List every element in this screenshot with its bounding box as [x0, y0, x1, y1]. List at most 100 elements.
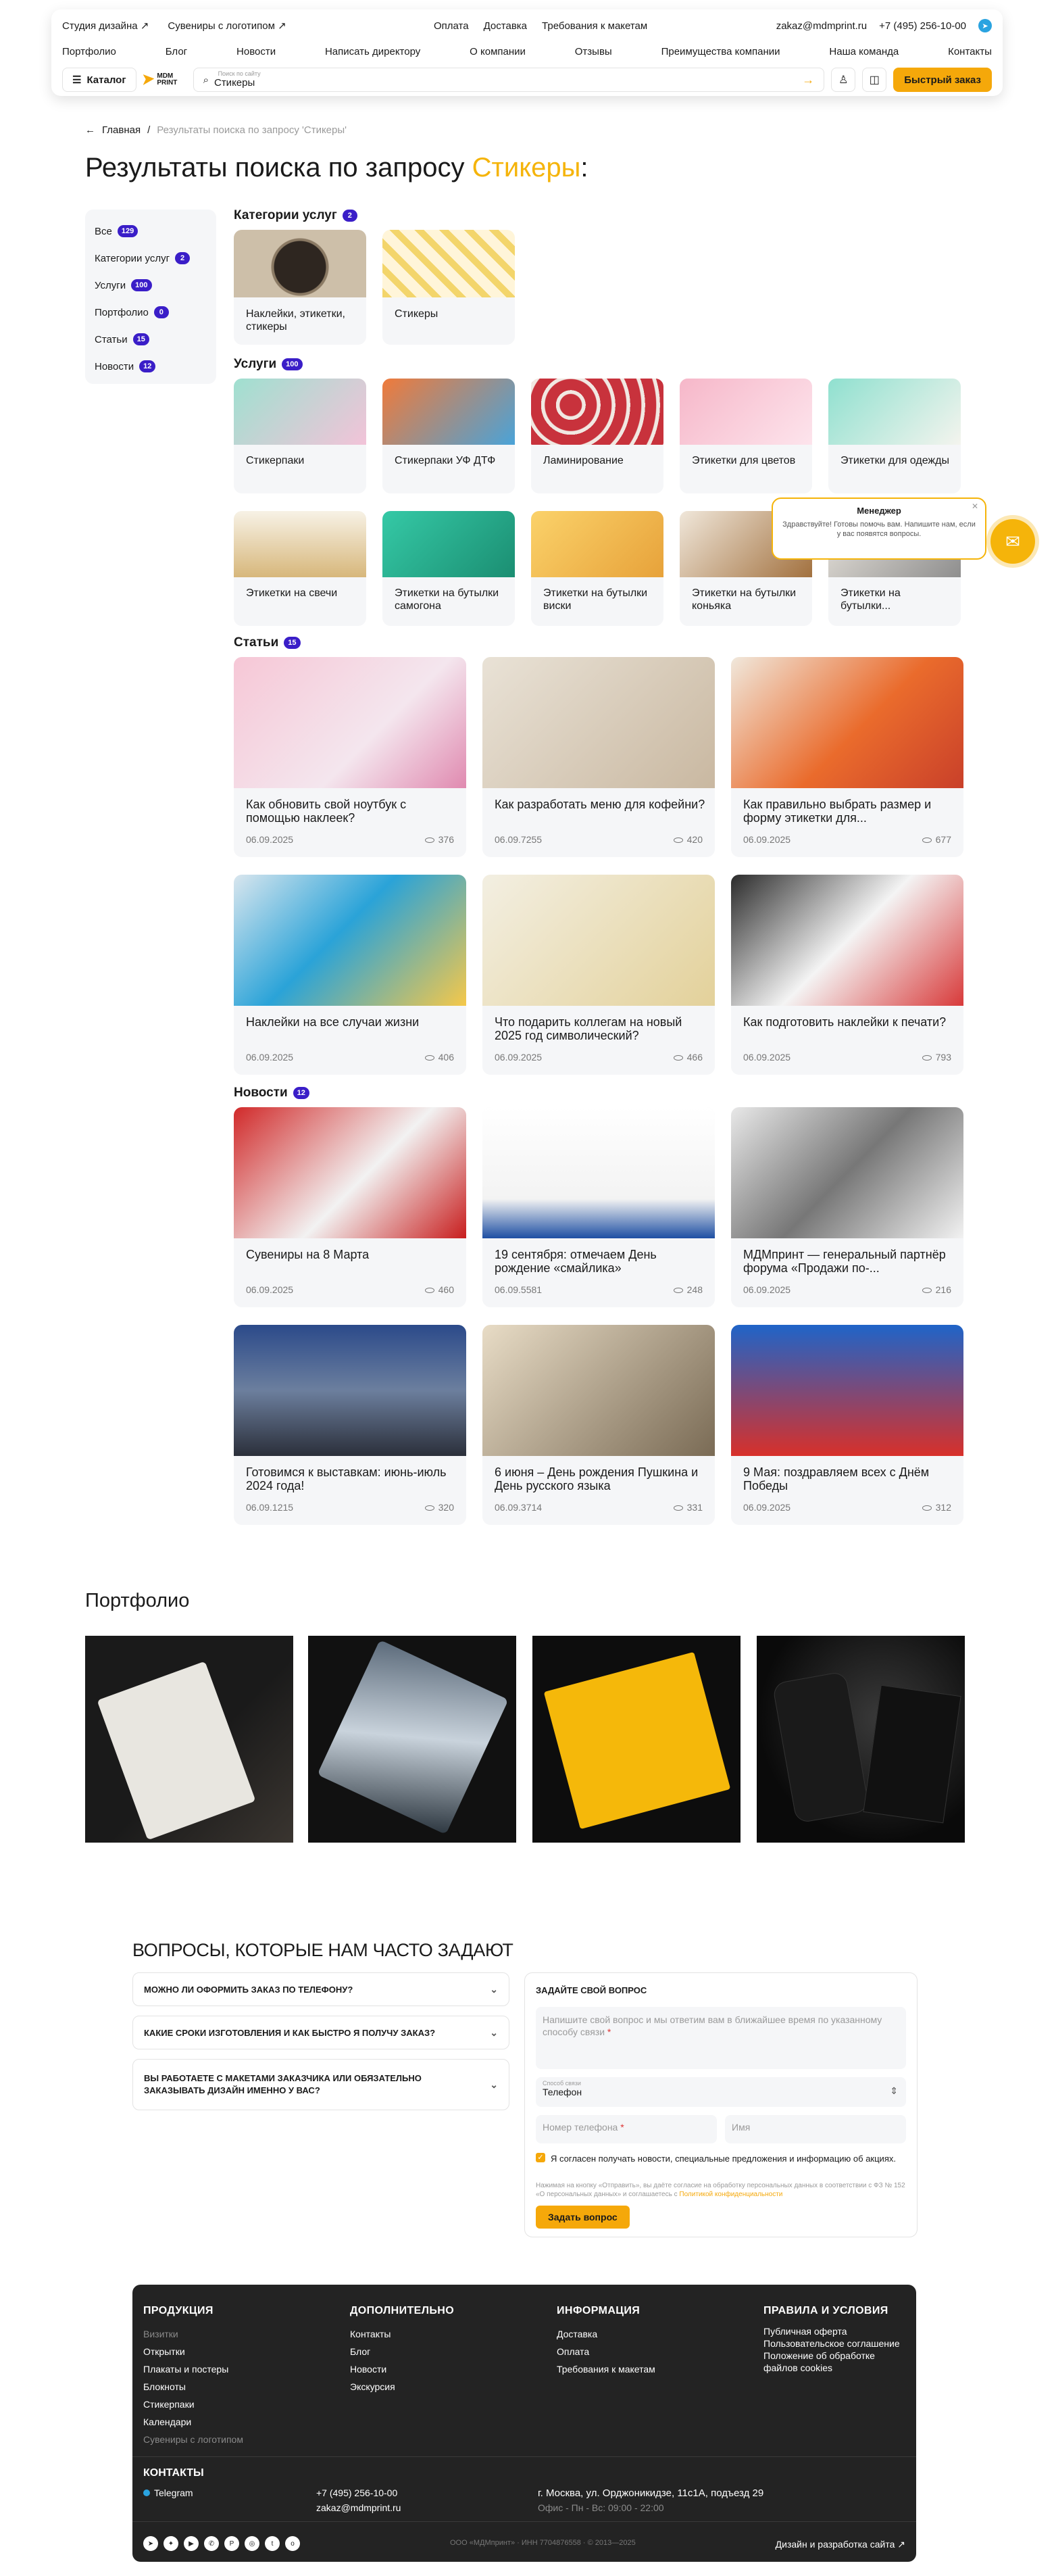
- checkbox-icon[interactable]: ✓: [536, 2153, 545, 2162]
- design-studio-link[interactable]: Студия дизайна ↗: [62, 20, 149, 32]
- nav-advantages[interactable]: Преимущества компании: [661, 46, 780, 57]
- news-card[interactable]: Сувениры на 8 Марта 06.09.2025 460: [234, 1107, 466, 1307]
- nav-team[interactable]: Наша команда: [829, 46, 899, 57]
- close-icon[interactable]: ✕: [972, 502, 978, 511]
- footer-phone[interactable]: +7 (495) 256-10-00: [316, 2487, 397, 2498]
- footer-link[interactable]: Экскурсия: [350, 2378, 454, 2396]
- nav-director[interactable]: Написать директору: [325, 46, 420, 57]
- footer-email[interactable]: zakaz@mdmprint.ru: [316, 2502, 401, 2513]
- article-card[interactable]: Как разработать меню для кофейни? 06.09.…: [482, 657, 715, 857]
- service-card[interactable]: Этикетки на бутылки самогона: [382, 511, 515, 626]
- top-payment-link[interactable]: Оплата: [434, 20, 469, 32]
- footer-link[interactable]: Положение об обработке файлов cookies: [763, 2350, 905, 2374]
- question-textarea[interactable]: Напишите свой вопрос и мы ответим вам в …: [536, 2007, 906, 2069]
- top-requirements-link[interactable]: Требования к макетам: [542, 20, 647, 32]
- footer-link[interactable]: Стикерпаки: [143, 2396, 243, 2413]
- nav-news[interactable]: Новости: [236, 46, 276, 57]
- faq-item[interactable]: Можно ли оформить заказ по телефону? ⌄: [132, 1972, 509, 2006]
- filter-all[interactable]: Все 129: [95, 218, 207, 245]
- category-card[interactable]: Стикеры: [382, 230, 515, 345]
- consent-checkbox[interactable]: ✓ Я согласен получать новости, специальн…: [536, 2153, 906, 2164]
- submit-question-button[interactable]: Задать вопрос: [536, 2206, 630, 2229]
- footer-link[interactable]: Доставка: [557, 2325, 655, 2343]
- design-credit-link[interactable]: Дизайн и разработка сайта ↗: [776, 2539, 905, 2550]
- service-card[interactable]: Стикерпаки УФ ДТФ: [382, 379, 515, 493]
- privacy-policy-link[interactable]: Политикой конфиденциальности: [679, 2191, 782, 2198]
- footer-link[interactable]: Оплата: [557, 2343, 655, 2360]
- header-phone[interactable]: +7 (495) 256-10-00: [879, 20, 966, 32]
- service-card[interactable]: Этикетки для одежды: [828, 379, 961, 493]
- catalog-button[interactable]: ☰ Каталог: [62, 68, 136, 92]
- footer-link[interactable]: Календари: [143, 2413, 243, 2431]
- footer-link[interactable]: Требования к макетам: [557, 2360, 655, 2378]
- name-field[interactable]: Имя: [725, 2115, 906, 2143]
- search-input[interactable]: ⌕ Поиск по сайту Стикеры →: [193, 68, 825, 92]
- footer-link[interactable]: Блокноты: [143, 2378, 243, 2396]
- footer-link[interactable]: Контакты: [350, 2325, 454, 2343]
- footer-link[interactable]: Открытки: [143, 2343, 243, 2360]
- site-logo[interactable]: MDM PRINT: [143, 69, 186, 91]
- service-card[interactable]: Этикетки на бутылки виски: [531, 511, 663, 626]
- news-card[interactable]: МДМпринт — генеральный партнёр форума «П…: [731, 1107, 963, 1307]
- footer-link[interactable]: Визитки: [143, 2325, 243, 2343]
- filter-articles[interactable]: Статьи 15: [95, 326, 207, 353]
- chat-icon[interactable]: ✉: [990, 519, 1035, 564]
- footer-link[interactable]: Плакаты и постеры: [143, 2360, 243, 2378]
- nav-about[interactable]: О компании: [470, 46, 526, 57]
- category-card[interactable]: Наклейки, этикетки, стикеры: [234, 230, 366, 345]
- arrow-right-icon[interactable]: →: [802, 73, 814, 87]
- tumblr-icon[interactable]: t: [265, 2536, 280, 2551]
- odnoklassniki-icon[interactable]: o: [285, 2536, 300, 2551]
- souvenirs-link[interactable]: Сувениры с логотипом ↗: [168, 20, 286, 32]
- filter-portfolio[interactable]: Портфолио 0: [95, 299, 207, 326]
- nav-blog[interactable]: Блог: [166, 46, 187, 57]
- portfolio-item[interactable]: [757, 1636, 965, 1843]
- user-icon[interactable]: ♙: [831, 68, 856, 92]
- article-card[interactable]: Как обновить свой ноутбук с помощью накл…: [234, 657, 466, 857]
- footer-link[interactable]: Новости: [350, 2360, 454, 2378]
- faq-item[interactable]: Вы работаете с макетами заказчика или об…: [132, 2059, 509, 2110]
- phone-field[interactable]: Номер телефона *: [536, 2115, 717, 2143]
- nav-reviews[interactable]: Отзывы: [575, 46, 612, 57]
- whatsapp-icon[interactable]: ✆: [204, 2536, 219, 2551]
- fast-order-button[interactable]: Быстрый заказ: [893, 68, 992, 92]
- footer-link[interactable]: Публичная оферта: [763, 2325, 905, 2337]
- contact-method-select[interactable]: Способ связи Телефон ⇕: [536, 2077, 906, 2107]
- news-card[interactable]: 19 сентября: отмечаем День рождение «сма…: [482, 1107, 715, 1307]
- footer-link[interactable]: Пользовательское соглашение: [763, 2337, 905, 2350]
- telegram-icon[interactable]: ➤: [978, 19, 992, 32]
- vk-icon[interactable]: ✦: [164, 2536, 178, 2551]
- nav-portfolio[interactable]: Портфолио: [62, 46, 116, 57]
- filter-categories[interactable]: Категории услуг 2: [95, 245, 207, 272]
- news-card[interactable]: Готовимся к выставкам: июнь-июль 2024 го…: [234, 1325, 466, 1525]
- breadcrumb-home[interactable]: Главная: [102, 124, 141, 136]
- news-card[interactable]: 9 Мая: поздравляем всех с Днём Победы 06…: [731, 1325, 963, 1525]
- pinterest-icon[interactable]: P: [224, 2536, 239, 2551]
- article-card[interactable]: Как правильно выбрать размер и форму эти…: [731, 657, 963, 857]
- footer-link[interactable]: Блог: [350, 2343, 454, 2360]
- article-card[interactable]: Что подарить коллегам на новый 2025 год …: [482, 875, 715, 1075]
- youtube-icon[interactable]: ▶: [184, 2536, 199, 2551]
- news-card[interactable]: 6 июня – День рождения Пушкина и День ру…: [482, 1325, 715, 1525]
- manager-popup[interactable]: ✕ Менеджер Здравствуйте! Готовы помочь в…: [772, 497, 986, 560]
- telegram-icon[interactable]: ➤: [143, 2536, 158, 2551]
- instagram-icon[interactable]: ◎: [245, 2536, 259, 2551]
- article-card[interactable]: Как подготовить наклейки к печати? 06.09…: [731, 875, 963, 1075]
- header-email[interactable]: zakaz@mdmprint.ru: [776, 20, 867, 32]
- service-card[interactable]: Этикетки на свечи: [234, 511, 366, 626]
- portfolio-item[interactable]: [308, 1636, 516, 1843]
- top-delivery-link[interactable]: Доставка: [484, 20, 527, 32]
- back-arrow-icon[interactable]: ←: [85, 124, 95, 136]
- faq-item[interactable]: Какие сроки изготовления и как быстро я …: [132, 2016, 509, 2049]
- service-card[interactable]: Ламинирование: [531, 379, 663, 493]
- service-card[interactable]: Этикетки для цветов: [680, 379, 812, 493]
- portfolio-item[interactable]: [532, 1636, 741, 1843]
- article-card[interactable]: Наклейки на все случаи жизни 06.09.2025 4…: [234, 875, 466, 1075]
- nav-contacts[interactable]: Контакты: [948, 46, 992, 57]
- portfolio-item[interactable]: [85, 1636, 293, 1843]
- footer-telegram[interactable]: Telegram: [143, 2487, 193, 2498]
- footer-link[interactable]: Сувениры с логотипом: [143, 2431, 243, 2448]
- service-card[interactable]: Стикерпаки: [234, 379, 366, 493]
- filter-news[interactable]: Новости 12: [95, 353, 207, 380]
- cart-icon[interactable]: ◫: [862, 68, 887, 92]
